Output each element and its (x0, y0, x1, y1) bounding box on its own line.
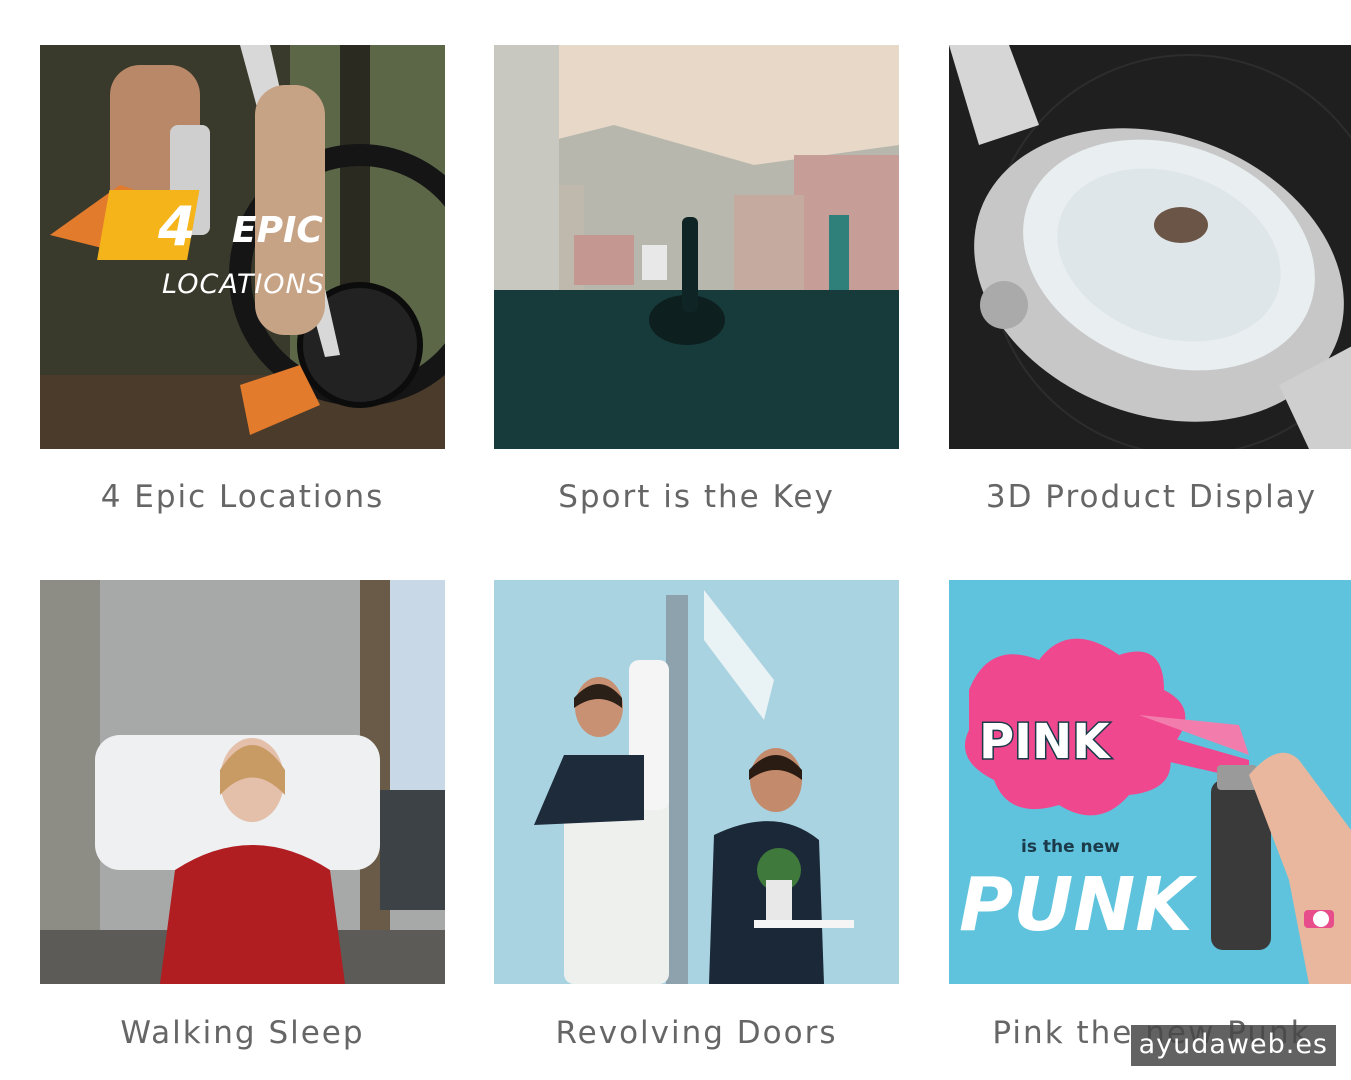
portfolio-title[interactable]: Walking Sleep (40, 1015, 445, 1051)
portfolio-title[interactable]: Sport is the Key (494, 479, 899, 515)
pink-punk-image: PINK is the new PUNK (949, 580, 1351, 984)
overlay-epic-text: EPIC (232, 210, 323, 251)
thumbnail-street[interactable] (494, 45, 899, 449)
thumbnail-watch[interactable] (949, 45, 1351, 449)
watermark-label: ayudaweb.es (1130, 1025, 1336, 1066)
portfolio-card-epic-locations[interactable]: 4 EPIC LOCATIONS 4 Epic Locations (40, 45, 445, 515)
portfolio-card-walking-sleep[interactable]: Walking Sleep (40, 580, 445, 1051)
overlay-punk-text: PUNK (959, 862, 1197, 948)
portfolio-title[interactable]: 3D Product Display (949, 479, 1351, 515)
thumbnail-pillow-woman[interactable] (40, 580, 445, 984)
door-men-image (494, 580, 899, 984)
overlay-number: 4 (157, 195, 196, 258)
pillow-woman-image (40, 580, 445, 984)
portfolio-card-revolving-doors[interactable]: Revolving Doors (494, 580, 899, 1051)
thumbnail-door-men[interactable] (494, 580, 899, 984)
street-image (494, 45, 899, 449)
portfolio-grid: 4 EPIC LOCATIONS 4 Epic Locations Sport … (0, 0, 1351, 1080)
overlay-locations-text: LOCATIONS (162, 269, 325, 300)
portfolio-title[interactable]: Revolving Doors (494, 1015, 899, 1051)
portfolio-card-pink-punk[interactable]: PINK is the new PUNK Pink the new Punk (949, 580, 1351, 1051)
overlay-is-the-new-text: is the new (1021, 837, 1120, 857)
thumbnail-pink-punk[interactable]: PINK is the new PUNK (949, 580, 1351, 984)
overlay-pink-text: PINK (979, 714, 1111, 770)
portfolio-title[interactable]: 4 Epic Locations (40, 479, 445, 515)
portfolio-card-3d-product[interactable]: 3D Product Display (949, 45, 1351, 515)
portfolio-card-sport-key[interactable]: Sport is the Key (494, 45, 899, 515)
thumbnail-cyclist[interactable]: 4 EPIC LOCATIONS (40, 45, 445, 449)
epic-locations-overlay: 4 EPIC LOCATIONS (97, 190, 325, 300)
watch-image (949, 45, 1351, 449)
